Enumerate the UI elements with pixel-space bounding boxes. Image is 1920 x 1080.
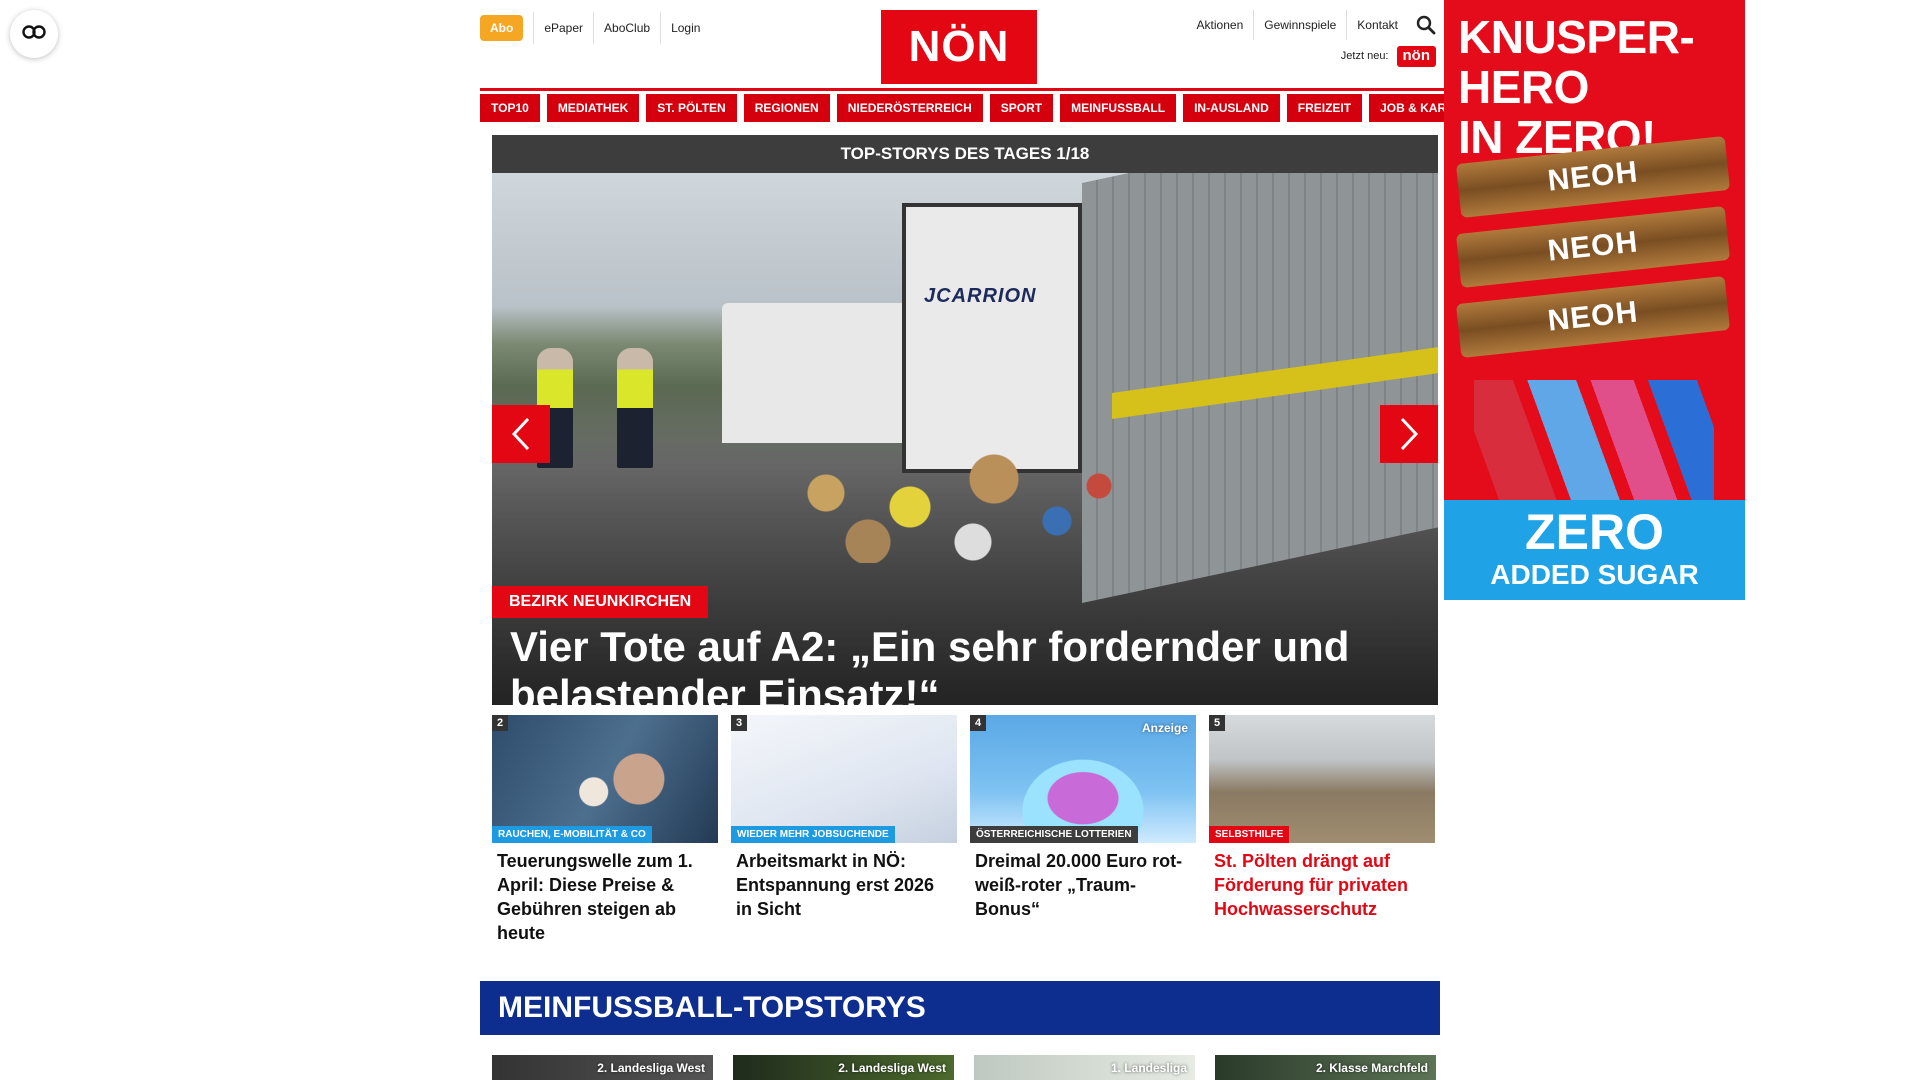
epaper-link[interactable]: ePaper (533, 12, 593, 44)
site-header: Abo ePaper AboClub Login NÖN Aktionen Ge… (480, 0, 1440, 86)
football-story-card[interactable]: 2. Landesliga West (492, 1055, 713, 1080)
right-links: Aktionen Gewinnspiele Kontakt (1187, 10, 1440, 40)
nav-item-st-poelten[interactable]: ST. PÖLTEN (646, 94, 737, 122)
meinfussball-section-title[interactable]: MEINFUSSBALL-TOPSTORYS (480, 981, 1440, 1035)
ad-label: Anzeige (1141, 721, 1188, 735)
hero-image[interactable]: JCARRION BEZIRK NEUNKIRCHEN Vier Tote au… (492, 173, 1438, 705)
hero-category-tag[interactable]: BEZIRK NEUNKIRCHEN (492, 586, 709, 618)
story-cards: 2 RAUCHEN, E-MOBILITÄT & CO Teuerungswel… (492, 715, 1438, 945)
story-title[interactable]: Teuerungswelle zum 1. April: Diese Preis… (492, 843, 718, 945)
truck-label: JCARRION (924, 285, 1037, 307)
story-number: 3 (731, 715, 748, 731)
league-label: 2. Landesliga West (838, 1061, 946, 1075)
top-links: Abo ePaper AboClub Login (480, 12, 710, 44)
nav-item-sport[interactable]: SPORT (989, 94, 1054, 122)
login-link[interactable]: Login (660, 12, 710, 44)
van (722, 303, 912, 443)
story-image[interactable]: 2 RAUCHEN, E-MOBILITÄT & CO (492, 715, 718, 843)
search-button[interactable] (1412, 11, 1440, 39)
nav-item-in-ausland[interactable]: IN-AUSLAND (1183, 94, 1280, 122)
jetzt-neu: Jetzt neu: nön (1341, 46, 1436, 67)
ad-bottom-banner: ZERO ADDED SUGAR (1444, 500, 1745, 600)
league-label: 2. Klasse Marchfeld (1315, 1061, 1428, 1075)
search-icon (1416, 15, 1436, 35)
ad-zero-text: ZERO (1525, 504, 1664, 560)
kontakt-link[interactable]: Kontakt (1346, 10, 1408, 40)
advertisement-banner[interactable]: KNUSPER-HERO IN ZERO! NEOH NEOH NEOH ZER… (1444, 0, 1745, 600)
jetzt-neu-logo[interactable]: nön (1396, 46, 1436, 67)
story-card[interactable]: 3 WIEDER MEHR JOBSUCHENDE Arbeitsmarkt i… (731, 715, 957, 945)
nav-item-niederoesterreich[interactable]: NIEDERÖSTERREICH (836, 94, 983, 122)
nav-item-regionen[interactable]: REGIONEN (743, 94, 830, 122)
main-nav: TOP10 MEDIATHEK ST. PÖLTEN REGIONEN NIED… (480, 88, 1494, 126)
football-story-card[interactable]: 1. Landesliga (974, 1055, 1195, 1080)
jetzt-neu-label: Jetzt neu: (1340, 50, 1389, 63)
accessibility-button[interactable] (10, 10, 58, 58)
aboclub-link[interactable]: AboClub (593, 12, 660, 44)
story-title[interactable]: Dreimal 20.000 Euro rot-weiß-roter „Trau… (970, 843, 1196, 921)
nav-item-freizeit[interactable]: FREIZEIT (1286, 94, 1363, 122)
ad-product-packs (1474, 380, 1714, 510)
story-title[interactable]: St. Pölten drängt auf Förderung für priv… (1209, 843, 1435, 921)
chevron-right-icon (1400, 417, 1419, 451)
nav-item-top10[interactable]: TOP10 (480, 94, 540, 122)
league-label: 1. Landesliga (1110, 1061, 1187, 1075)
football-story-card[interactable]: 2. Landesliga West (733, 1055, 954, 1080)
chevron-left-icon (511, 417, 530, 451)
story-card[interactable]: 5 SELBSTHILFE St. Pölten drängt auf Förd… (1209, 715, 1435, 945)
carousel-next-button[interactable] (1380, 405, 1438, 463)
story-card[interactable]: 2 RAUCHEN, E-MOBILITÄT & CO Teuerungswel… (492, 715, 718, 945)
story-image[interactable]: 3 WIEDER MEHR JOBSUCHENDE (731, 715, 957, 843)
story-number: 4 (970, 715, 987, 731)
story-title[interactable]: Arbeitsmarkt in NÖ: Entspannung erst 202… (731, 843, 957, 921)
ad-product-bar: NEOH (1455, 276, 1731, 358)
officer (617, 348, 653, 468)
meinfussball-cards: 2. Landesliga West 2. Landesliga West 1.… (492, 1055, 1438, 1080)
nav-item-meinfussball[interactable]: MEINFUSSBALL (1060, 94, 1177, 122)
top-stories-carousel: TOP-STORYS DES TAGES 1/18 JCARRION BEZIR… (492, 135, 1438, 705)
carousel-prev-button[interactable] (492, 405, 550, 463)
story-tag: SELBSTHILFE (1209, 826, 1290, 843)
carousel-title: TOP-STORYS DES TAGES 1/18 (492, 135, 1438, 173)
debris (742, 423, 1162, 563)
abo-button[interactable]: Abo (480, 15, 524, 41)
story-tag: WIEDER MEHR JOBSUCHENDE (731, 826, 895, 843)
hero-headline[interactable]: Vier Tote auf A2: „Ein sehr fordernder u… (510, 623, 1430, 705)
story-image[interactable]: 4 Anzeige ÖSTERREICHISCHE LOTTERIEN (970, 715, 1196, 843)
aktionen-link[interactable]: Aktionen (1187, 10, 1254, 40)
nav-item-mediathek[interactable]: MEDIATHEK (546, 94, 640, 122)
story-number: 5 (1209, 715, 1226, 731)
football-story-card[interactable]: 2. Klasse Marchfeld (1215, 1055, 1436, 1080)
league-label: 2. Landesliga West (597, 1061, 705, 1075)
site-logo[interactable]: NÖN (881, 10, 1037, 84)
ad-sugar-text: ADDED SUGAR (1490, 559, 1699, 590)
ad-headline-line-1: KNUSPER-HERO (1458, 11, 1695, 113)
story-number: 2 (492, 715, 509, 731)
story-tag: RAUCHEN, E-MOBILITÄT & CO (492, 826, 652, 843)
gewinnspiele-link[interactable]: Gewinnspiele (1253, 10, 1346, 40)
story-tag: ÖSTERREICHISCHE LOTTERIEN (970, 826, 1138, 843)
story-card[interactable]: 4 Anzeige ÖSTERREICHISCHE LOTTERIEN Drei… (970, 715, 1196, 945)
accessibility-icon (22, 24, 46, 44)
story-image[interactable]: 5 SELBSTHILFE (1209, 715, 1435, 843)
ad-product-bar: NEOH (1455, 206, 1731, 288)
